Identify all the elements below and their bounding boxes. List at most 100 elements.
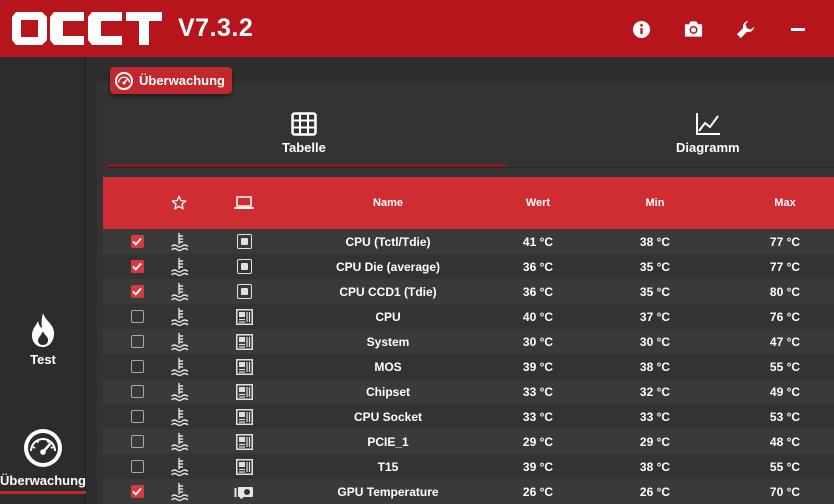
sensor-value: 36 °C — [522, 259, 554, 274]
temperature-icon — [165, 304, 195, 329]
sensor-min: 32 °C — [639, 384, 671, 399]
sensor-min: 38 °C — [639, 359, 671, 374]
row-checkbox-cell — [123, 429, 151, 454]
sidebar-item-ueberwachung[interactable]: Überwachung — [0, 427, 86, 494]
row-checkbox[interactable] — [130, 410, 144, 423]
row-checkbox[interactable] — [130, 235, 144, 248]
sensor-min: 38 °C — [639, 234, 671, 249]
row-checkbox-cell — [123, 279, 151, 304]
table-row[interactable]: PCIE_1 29 °C 29 °C 48 °C — [103, 429, 834, 454]
section-tab-label: Überwachung — [139, 73, 225, 88]
sensor-max: 80 °C — [769, 284, 801, 299]
table-grid-icon — [291, 112, 317, 136]
temperature-icon — [165, 479, 195, 504]
motherboard-icon — [229, 454, 259, 479]
table-row[interactable]: GPU Temperature 26 °C 26 °C 70 °C — [103, 479, 834, 504]
tab-label: Tabelle — [282, 140, 326, 155]
row-checkbox-cell — [123, 329, 151, 354]
gauge-icon — [115, 71, 133, 90]
column-header-favorite[interactable] — [165, 177, 193, 229]
flame-icon — [32, 313, 55, 347]
sensor-min: 38 °C — [639, 459, 671, 474]
sensor-name: Chipset — [365, 384, 410, 399]
row-checkbox-cell — [123, 454, 151, 479]
row-checkbox-cell — [123, 354, 151, 379]
minimize-icon[interactable] — [785, 16, 811, 42]
row-checkbox[interactable] — [130, 385, 144, 398]
column-header-min[interactable]: Min — [615, 177, 695, 229]
sensor-value: 40 °C — [522, 309, 554, 324]
laptop-icon — [234, 196, 254, 209]
row-checkbox[interactable] — [130, 260, 144, 273]
sensor-name: GPU Temperature — [337, 484, 439, 499]
motherboard-icon — [229, 304, 259, 329]
column-header-name[interactable]: Name — [288, 177, 488, 229]
temperature-icon — [165, 279, 195, 304]
sensor-name: CPU — [375, 309, 401, 324]
active-indicator — [0, 491, 86, 494]
sensor-name: System — [366, 334, 410, 349]
row-checkbox[interactable] — [130, 335, 144, 348]
camera-icon[interactable] — [680, 16, 706, 42]
sensor-max: 55 °C — [769, 359, 801, 374]
row-checkbox[interactable] — [130, 460, 144, 473]
sensor-max: 76 °C — [769, 309, 801, 324]
wrench-icon[interactable] — [732, 16, 758, 42]
sensor-max: 70 °C — [769, 484, 801, 499]
column-header-max[interactable]: Max — [745, 177, 825, 229]
sidebar: Test Überwachung — [0, 57, 86, 504]
gauge-icon — [24, 429, 62, 467]
row-checkbox[interactable] — [130, 485, 144, 498]
row-checkbox[interactable] — [130, 310, 144, 323]
table-row[interactable]: Chipset 33 °C 32 °C 49 °C — [103, 379, 834, 404]
sensor-value: 26 °C — [522, 484, 554, 499]
row-checkbox[interactable] — [130, 360, 144, 373]
tab-tabelle[interactable]: Tabelle — [282, 112, 326, 155]
tab-label: Diagramm — [676, 140, 740, 155]
sensor-min: 35 °C — [639, 284, 671, 299]
tab-diagramm[interactable]: Diagramm — [676, 112, 740, 155]
sensor-min: 33 °C — [639, 409, 671, 424]
temperature-icon — [165, 429, 195, 454]
column-header-value[interactable]: Wert — [498, 177, 578, 229]
cpu-chip-icon — [229, 279, 259, 304]
sensor-value: 29 °C — [522, 434, 554, 449]
table-row[interactable]: T15 39 °C 38 °C 55 °C — [103, 454, 834, 479]
temperature-icon — [165, 329, 195, 354]
sensor-value: 33 °C — [522, 384, 554, 399]
sensor-max: 77 °C — [769, 234, 801, 249]
cpu-chip-icon — [229, 254, 259, 279]
sidebar-item-label: Überwachung — [0, 473, 86, 488]
row-checkbox[interactable] — [130, 435, 144, 448]
temperature-icon — [165, 454, 195, 479]
table-row[interactable]: CPU CCD1 (Tdie) 36 °C 35 °C 80 °C — [103, 279, 834, 304]
sensor-min: 30 °C — [639, 334, 671, 349]
row-checkbox[interactable] — [130, 285, 144, 298]
sensor-name: MOS — [374, 359, 402, 374]
temperature-icon — [165, 229, 195, 254]
monitoring-section-tab[interactable]: Überwachung — [110, 67, 232, 94]
info-icon[interactable] — [628, 16, 654, 42]
title-bar: V7.3.2 — [0, 0, 834, 57]
sensor-name: CPU (Tctl/Tdie) — [345, 234, 431, 249]
sidebar-item-test[interactable]: Test — [0, 312, 86, 367]
sensor-max: 55 °C — [769, 459, 801, 474]
motherboard-icon — [229, 329, 259, 354]
table-row[interactable]: CPU (Tctl/Tdie) 41 °C 38 °C 77 °C — [103, 229, 834, 254]
star-icon — [171, 195, 187, 210]
app-version: V7.3.2 — [178, 14, 254, 42]
sensor-name: CPU CCD1 (Tdie) — [339, 284, 437, 299]
table-row[interactable]: CPU Die (average) 36 °C 35 °C 77 °C — [103, 254, 834, 279]
row-checkbox-cell — [123, 304, 151, 329]
table-row[interactable]: CPU Socket 33 °C 33 °C 53 °C — [103, 404, 834, 429]
motherboard-icon — [229, 379, 259, 404]
table-row[interactable]: MOS 39 °C 38 °C 55 °C — [103, 354, 834, 379]
table-row[interactable]: System 30 °C 30 °C 47 °C — [103, 329, 834, 354]
row-checkbox-cell — [123, 229, 151, 254]
table-header: Name Wert Min Max — [103, 177, 834, 229]
cpu-chip-icon — [229, 229, 259, 254]
column-header-source[interactable] — [229, 177, 259, 229]
motherboard-icon — [229, 404, 259, 429]
sensor-min: 37 °C — [639, 309, 671, 324]
table-row[interactable]: CPU 40 °C 37 °C 76 °C — [103, 304, 834, 329]
